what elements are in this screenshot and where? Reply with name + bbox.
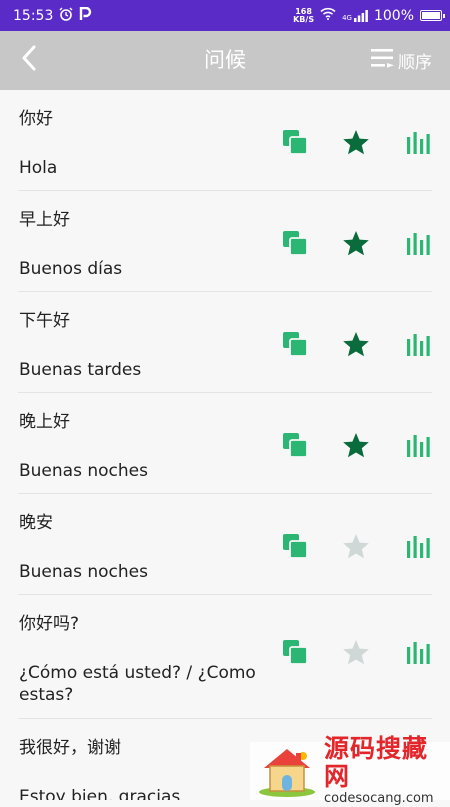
star-icon	[342, 230, 370, 261]
app-bar: 问候 顺序	[0, 31, 450, 90]
copy-icon	[282, 533, 308, 563]
spanish-text: Buenas tardes	[19, 360, 142, 380]
copy-button[interactable]	[280, 432, 310, 462]
play-audio-button[interactable]	[404, 639, 434, 669]
copy-icon	[282, 230, 308, 260]
signal-icon: 4G	[342, 9, 368, 22]
play-audio-button[interactable]	[404, 331, 434, 361]
play-audio-button[interactable]	[404, 230, 434, 260]
chinese-text: 晚安	[19, 513, 53, 533]
copy-icon	[282, 331, 308, 361]
spanish-text: Hola	[19, 158, 58, 178]
back-button[interactable]	[10, 41, 48, 79]
chinese-text: 下午好	[19, 311, 70, 331]
network-speed-unit: KB/S	[293, 14, 315, 24]
battery-icon	[420, 10, 445, 21]
row-actions	[280, 533, 436, 563]
audio-bars-icon	[406, 230, 432, 260]
copy-button[interactable]	[280, 331, 310, 361]
chinese-text: 早上好	[19, 210, 70, 230]
watermark-logo: 源码搜藏网 codesocang.com	[250, 735, 450, 806]
phrase-row[interactable]: 下午好 Buenas tardes	[0, 292, 450, 393]
watermark-url: codesocang.com	[324, 791, 434, 806]
phrase-row[interactable]: 你好 Hola	[0, 90, 450, 191]
row-actions	[280, 129, 436, 159]
audio-bars-icon	[406, 432, 432, 462]
copy-button[interactable]	[280, 129, 310, 159]
star-icon	[342, 129, 370, 160]
spanish-text: Buenos días	[19, 259, 123, 279]
favorite-button[interactable]	[341, 639, 371, 669]
house-icon	[256, 744, 318, 802]
phrase-list: 你好 Hola 早上好 Buenos días 下午好 Buenas tarde…	[0, 90, 450, 800]
star-icon	[342, 432, 370, 463]
play-audio-button[interactable]	[404, 432, 434, 462]
row-actions	[280, 230, 436, 260]
phrase-row[interactable]: 早上好 Buenos días	[0, 191, 450, 292]
chevron-left-icon	[21, 45, 37, 75]
audio-bars-icon	[406, 129, 432, 159]
chinese-text: 晚上好	[19, 412, 70, 432]
spanish-text: Estoy bien, gracias	[19, 787, 181, 800]
play-audio-button[interactable]	[404, 533, 434, 563]
favorite-button[interactable]	[341, 432, 371, 462]
order-button[interactable]: 顺序	[370, 43, 432, 77]
favorite-button[interactable]	[341, 129, 371, 159]
network-speed: 168 KB/S	[293, 7, 315, 24]
p-app-icon	[79, 6, 92, 25]
star-icon	[342, 533, 370, 564]
row-actions	[280, 331, 436, 361]
watermark-name: 源码搜藏网	[324, 734, 429, 791]
sort-lines-icon	[370, 46, 396, 75]
favorite-button[interactable]	[341, 331, 371, 361]
phrase-row[interactable]: 晚安 Buenas noches	[0, 494, 450, 595]
copy-icon	[282, 432, 308, 462]
favorite-button[interactable]	[341, 230, 371, 260]
star-icon	[342, 331, 370, 362]
battery-percent: 100%	[373, 7, 414, 24]
copy-button[interactable]	[280, 230, 310, 260]
network-type: 4G	[342, 13, 352, 22]
chinese-text: 你好	[19, 109, 53, 129]
copy-button[interactable]	[280, 533, 310, 563]
chinese-text: 你好吗?	[19, 614, 80, 634]
row-actions	[280, 639, 436, 669]
favorite-button[interactable]	[341, 533, 371, 563]
phrase-row[interactable]: 晚上好 Buenas noches	[0, 393, 450, 494]
alarm-icon	[59, 7, 73, 25]
spanish-text: Buenas noches	[19, 562, 148, 582]
audio-bars-icon	[406, 331, 432, 361]
star-icon	[342, 639, 370, 670]
copy-button[interactable]	[280, 639, 310, 669]
status-bar: 15:53 168 KB/S 4G 100%	[0, 0, 450, 31]
status-time: 15:53	[13, 7, 54, 24]
chinese-text: 我很好，谢谢	[19, 738, 121, 758]
spanish-text: Buenas noches	[19, 461, 148, 481]
copy-icon	[282, 129, 308, 159]
spanish-text: ¿Cómo está usted? / ¿Como estas?	[19, 663, 256, 705]
audio-bars-icon	[406, 533, 432, 563]
play-audio-button[interactable]	[404, 129, 434, 159]
row-actions	[280, 432, 436, 462]
order-label: 顺序	[398, 52, 432, 73]
copy-icon	[282, 639, 308, 669]
audio-bars-icon	[406, 639, 432, 669]
wifi-icon	[320, 7, 336, 24]
phrase-row[interactable]: 你好吗? ¿Cómo está usted? / ¿Como estas?	[0, 595, 450, 719]
